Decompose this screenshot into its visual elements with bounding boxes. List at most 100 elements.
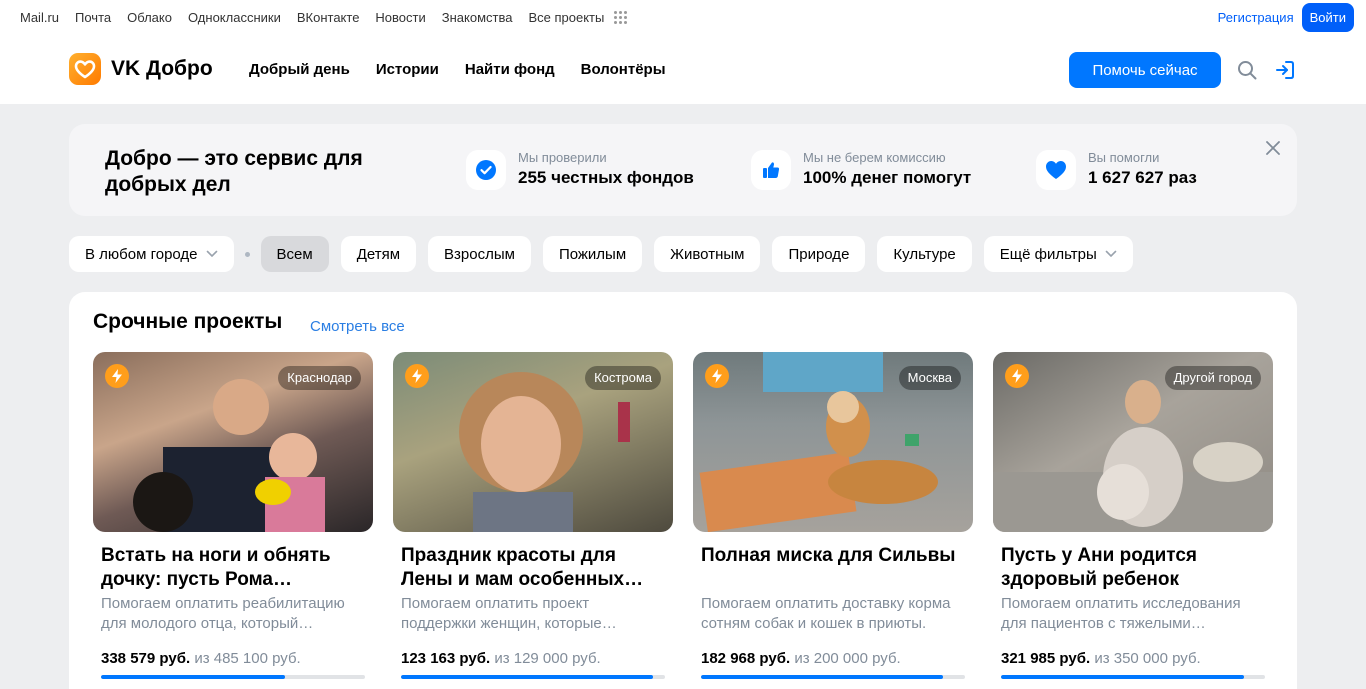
urgent-projects-section: Срочные проекты Смотреть все Краснодар В…	[69, 292, 1297, 689]
stat-value: 100% денег помогут	[803, 168, 972, 187]
project-description: Помогаем оплатить доставку корма сотням …	[701, 595, 951, 632]
project-card[interactable]: Кострома Праздник красоты для Лены и мам…	[393, 352, 673, 679]
portal-link-cloud[interactable]: Облако	[127, 10, 172, 25]
portal-link-ok[interactable]: Одноклассники	[188, 10, 281, 25]
site-header: VK Добро Добрый день Истории Найти фонд …	[0, 36, 1366, 104]
stat-helped: Вы помогли 1 627 627 раз	[1036, 150, 1197, 190]
amount-goal: из 129 000 руб.	[494, 650, 601, 667]
project-description: Помогаем оплатить проект поддержки женщи…	[401, 595, 617, 632]
city-badge: Москва	[898, 366, 961, 390]
nav-good-day[interactable]: Добрый день	[249, 61, 350, 78]
progress-fill	[401, 675, 654, 679]
stat-value: 1 627 627 раз	[1088, 168, 1197, 187]
portal-links: Mail.ru Почта Облако Одноклассники ВКонт…	[20, 10, 628, 25]
chip-elderly[interactable]: Пожилым	[542, 236, 643, 272]
apps-grid-icon[interactable]	[614, 11, 628, 24]
banner-title: Добро — это сервис для добрых дел	[105, 147, 363, 196]
portal-auth: Регистрация Войти	[1218, 3, 1354, 32]
progress-fill	[1001, 675, 1244, 679]
chevron-down-icon	[1105, 250, 1117, 257]
project-title: Полная миска для Сильвы	[701, 545, 956, 566]
portal-link-mailru[interactable]: Mail.ru	[20, 10, 59, 25]
chip-adults[interactable]: Взрослым	[428, 236, 531, 272]
amount-goal: из 485 100 руб.	[194, 650, 301, 667]
city-select[interactable]: В любом городе	[69, 236, 234, 272]
city-badge: Краснодар	[278, 366, 361, 390]
urgent-bolt-icon	[105, 364, 129, 388]
portal-link-all-projects[interactable]: Все проекты	[528, 10, 604, 25]
amount-raised: 182 968 руб.	[701, 650, 791, 667]
portal-link-news[interactable]: Новости	[375, 10, 425, 25]
chip-children[interactable]: Детям	[340, 236, 417, 272]
main-nav: Добрый день Истории Найти фонд Волонтёры	[249, 61, 692, 78]
project-card[interactable]: Краснодар Встать на ноги и обнять дочку:…	[93, 352, 373, 679]
progress-fill	[101, 675, 286, 679]
project-card[interactable]: Другой город Пусть у Ани родится здоровы…	[993, 352, 1273, 679]
portal-link-dating[interactable]: Знакомства	[442, 10, 513, 25]
city-badge: Другой город	[1164, 366, 1261, 390]
sign-in-icon[interactable]	[1274, 59, 1296, 81]
login-button[interactable]: Войти	[1301, 3, 1354, 32]
stat-label: Мы не берем комиссию	[803, 150, 946, 165]
amount-raised: 338 579 руб.	[101, 650, 191, 667]
more-filters-label: Ещё фильтры	[999, 245, 1097, 263]
progress-bar	[701, 675, 965, 679]
chip-culture[interactable]: Культуре	[877, 236, 972, 272]
progress-bar	[1001, 675, 1265, 679]
portal-bar: Mail.ru Почта Облако Одноклассники ВКонт…	[0, 0, 1366, 36]
section-title: Срочные проекты	[93, 310, 283, 333]
stat-label: Вы помогли	[1088, 150, 1160, 165]
portal-link-mail[interactable]: Почта	[75, 10, 111, 25]
city-badge: Кострома	[585, 366, 661, 390]
progress-bar	[401, 675, 665, 679]
project-image: Кострома	[393, 352, 673, 532]
amount-goal: из 350 000 руб.	[1094, 650, 1201, 667]
project-image: Краснодар	[93, 352, 373, 532]
chevron-down-icon	[206, 250, 217, 257]
chip-nature[interactable]: Природе	[772, 236, 866, 272]
nav-find-fund[interactable]: Найти фонд	[465, 61, 555, 78]
portal-link-vk[interactable]: ВКонтакте	[297, 10, 360, 25]
project-description: Помогаем оплатить исследования для пацие…	[1001, 595, 1241, 632]
register-link[interactable]: Регистрация	[1218, 10, 1294, 25]
more-filters[interactable]: Ещё фильтры	[983, 236, 1133, 272]
stat-value: 255 честных фондов	[518, 168, 694, 187]
city-select-label: В любом городе	[85, 245, 198, 263]
project-amount: 123 163 руб. из 129 000 руб.	[401, 650, 601, 667]
amount-raised: 123 163 руб.	[401, 650, 491, 667]
project-title: Встать на ноги и обнять дочку: пусть Ром…	[101, 545, 331, 590]
chip-all[interactable]: Всем	[260, 236, 329, 272]
thumbs-up-icon	[751, 150, 791, 190]
check-icon	[466, 150, 506, 190]
stat-no-commission: Мы не берем комиссию 100% денег помогут	[751, 150, 971, 190]
logo[interactable]: VK Добро	[69, 53, 213, 85]
nav-stories[interactable]: Истории	[376, 61, 439, 78]
urgent-bolt-icon	[705, 364, 729, 388]
urgent-bolt-icon	[405, 364, 429, 388]
separator-dot	[244, 251, 250, 257]
urgent-bolt-icon	[1005, 364, 1029, 388]
project-image: Другой город	[993, 352, 1273, 532]
see-all-link[interactable]: Смотреть все	[310, 318, 405, 335]
stat-checked-funds: Мы проверили 255 честных фондов	[466, 150, 694, 190]
help-now-button[interactable]: Помочь сейчас	[1069, 52, 1221, 88]
amount-goal: из 200 000 руб.	[794, 650, 901, 667]
nav-volunteers[interactable]: Волонтёры	[581, 61, 666, 78]
project-card[interactable]: Москва Полная миска для Сильвы Помогаем …	[693, 352, 973, 679]
project-amount: 321 985 руб. из 350 000 руб.	[1001, 650, 1201, 667]
amount-raised: 321 985 руб.	[1001, 650, 1091, 667]
filter-bar: В любом городе Всем Детям Взрослым Пожил…	[69, 236, 1145, 272]
project-title: Пусть у Ани родится здоровый ребенок	[1001, 545, 1197, 590]
project-amount: 182 968 руб. из 200 000 руб.	[701, 650, 901, 667]
project-image: Москва	[693, 352, 973, 532]
logo-text: VK Добро	[111, 57, 213, 80]
search-icon[interactable]	[1237, 60, 1257, 80]
close-icon[interactable]	[1265, 140, 1281, 156]
progress-fill	[701, 675, 943, 679]
info-banner: Добро — это сервис для добрых дел Мы про…	[69, 124, 1297, 216]
project-description: Помогаем оплатить реабилитацию для молод…	[101, 595, 345, 632]
chip-animals[interactable]: Животным	[654, 236, 761, 272]
vk-dobro-logo-icon	[69, 53, 101, 85]
project-amount: 338 579 руб. из 485 100 руб.	[101, 650, 301, 667]
progress-bar	[101, 675, 365, 679]
